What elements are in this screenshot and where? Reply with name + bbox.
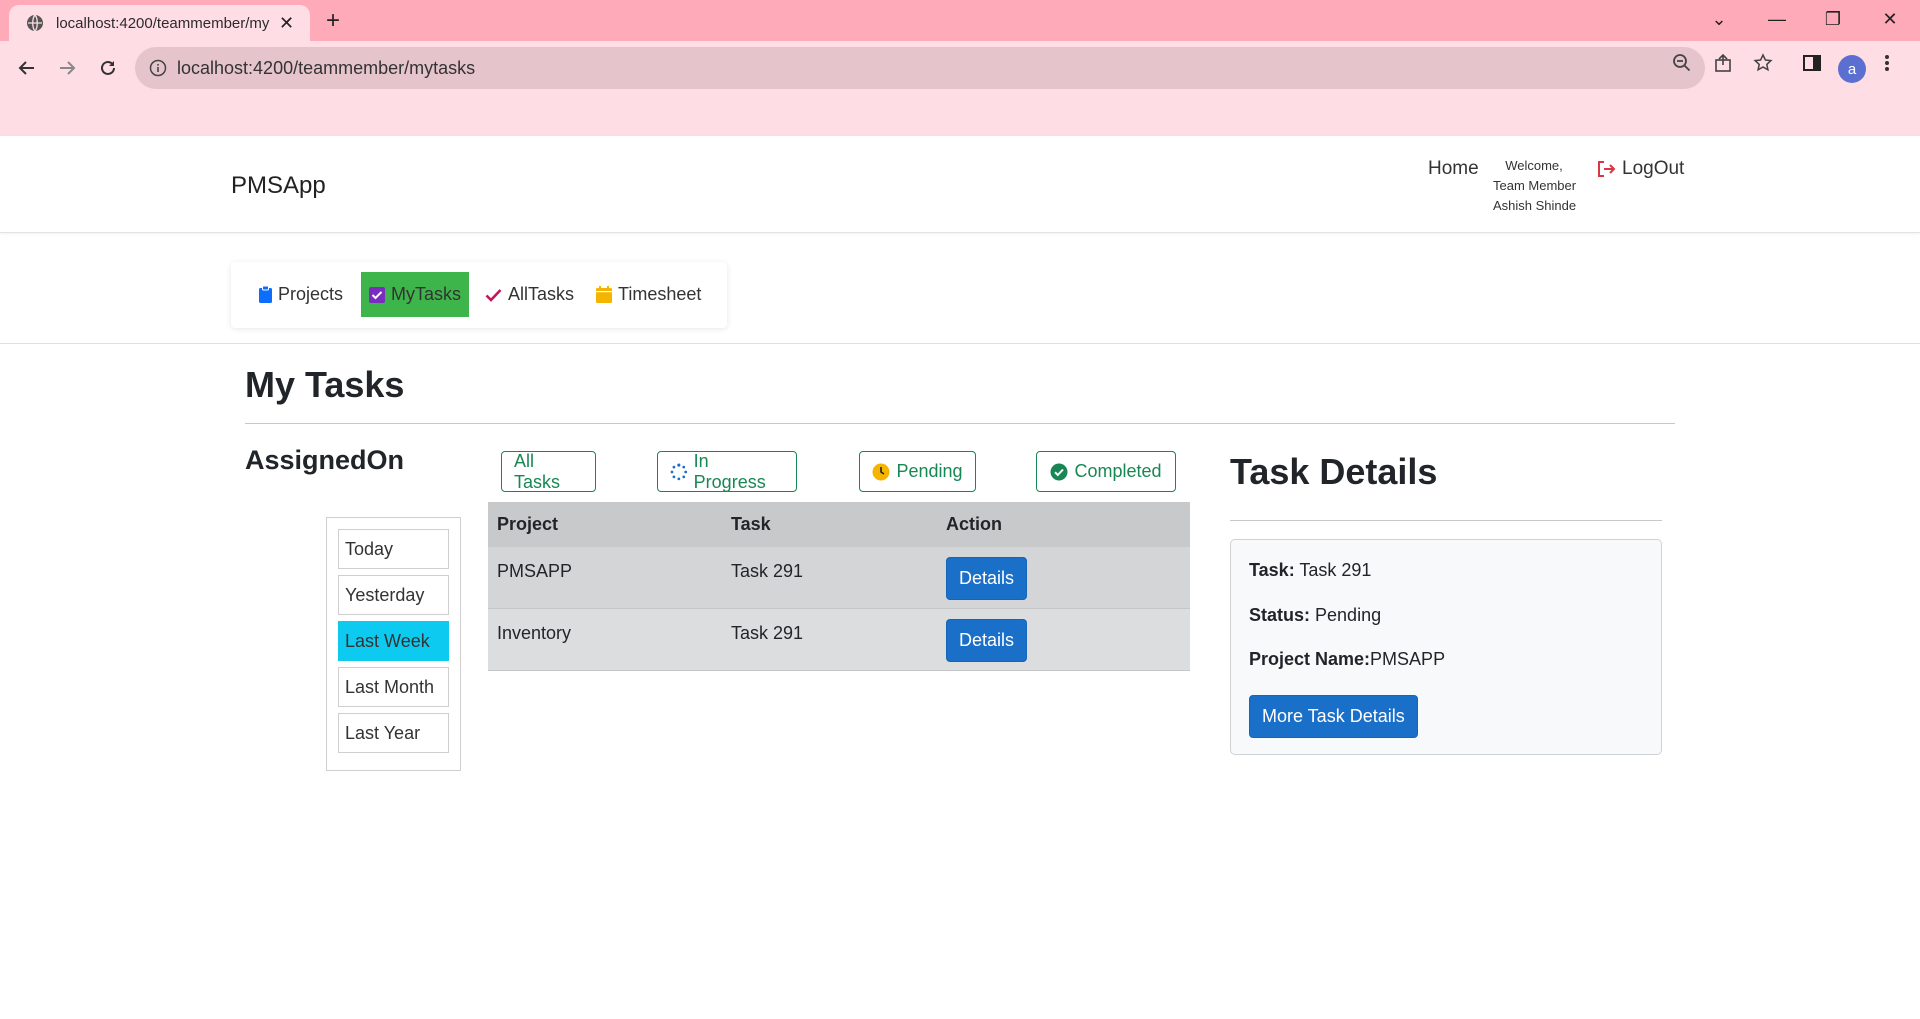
globe-icon (27, 14, 43, 32)
menu-item-label: AllTasks (508, 284, 575, 304)
check-circle-icon (1050, 463, 1068, 480)
menu-item-timesheet[interactable]: Timesheet (588, 272, 709, 317)
welcome-line-1: Welcome, (1505, 158, 1563, 173)
task-details-divider (1230, 520, 1662, 521)
task-details-heading: Task Details (1230, 451, 1438, 492)
checkbox-icon (369, 286, 385, 303)
title-divider (245, 423, 1675, 424)
filter-label: All Tasks (514, 450, 561, 492)
column-header-task: Task (731, 514, 771, 534)
page-title: My Tasks (245, 364, 405, 405)
logout-label: LogOut (1622, 158, 1685, 179)
range-last-week-button[interactable]: Last Week (338, 621, 449, 661)
filter-all-tasks-button[interactable]: All Tasks (501, 451, 596, 492)
detail-status-label: Status: (1249, 605, 1311, 625)
menu-item-label: MyTasks (391, 284, 462, 304)
app-header: PMSApp Home Welcome, Team Member Ashish … (0, 136, 1920, 233)
bookmark-star-icon[interactable] (1753, 53, 1773, 78)
detail-status-value: Pending (1315, 605, 1382, 625)
column-header-action: Action (946, 514, 1002, 534)
spinner-icon (670, 463, 688, 480)
table-row: PMSAPP Task 291 Details (488, 547, 1190, 609)
cell-action: Details (937, 609, 1190, 662)
tasks-table: Project Task Action PMSAPP Task 291 Deta… (488, 502, 1190, 671)
filter-pending-button[interactable]: Pending (859, 451, 976, 492)
range-today-button[interactable]: Today (338, 529, 449, 569)
brand-logo-text[interactable]: PMSApp (231, 172, 326, 200)
detail-task-line: Task: Task 291 (1249, 560, 1371, 581)
window-close-icon[interactable]: ✕ (1875, 8, 1905, 30)
section-menu: Projects MyTasks AllTasks Timesheet (231, 262, 727, 328)
more-details-wrapper: More Task Details (1249, 695, 1418, 738)
tab-close-icon[interactable]: ✕ (279, 13, 294, 34)
details-button[interactable]: Details (946, 619, 1028, 662)
menu-item-mytasks[interactable]: MyTasks (361, 272, 470, 317)
cell-project: PMSAPP (497, 561, 573, 581)
filter-completed-button[interactable]: Completed (1036, 451, 1176, 492)
filter-label: Pending (896, 461, 963, 481)
back-icon[interactable] (13, 54, 41, 82)
detail-project-line: Project Name:PMSAPP (1249, 649, 1445, 670)
filter-in-progress-button[interactable]: In Progress (657, 451, 797, 492)
browser-chrome: localhost:4200/teammember/my ✕ + ⌄ — ❐ ✕… (0, 0, 1920, 136)
browser-tab[interactable]: localhost:4200/teammember/my ✕ (9, 5, 310, 41)
detail-task-label: Task: (1249, 560, 1295, 580)
page-content: PMSApp Home Welcome, Team Member Ashish … (0, 136, 1920, 1019)
browser-toolbar: localhost:4200/teammember/mytasks a (0, 41, 1920, 95)
share-icon[interactable] (1713, 53, 1733, 78)
table-row: Inventory Task 291 Details (488, 609, 1190, 671)
range-last-month-button[interactable]: Last Month (338, 667, 449, 707)
menu-item-label: Timesheet (618, 284, 702, 304)
welcome-line-2: Team Member (1493, 178, 1577, 193)
table-header: Project Task Action (488, 502, 1190, 547)
more-task-details-button[interactable]: More Task Details (1249, 695, 1418, 738)
welcome-user-name: Ashish Shinde (1493, 198, 1577, 213)
task-details-card: Task: Task 291 Status: Pending Project N… (1230, 539, 1662, 755)
minimize-icon[interactable]: — (1762, 8, 1792, 30)
nav-home-link[interactable]: Home (1428, 158, 1479, 180)
details-button[interactable]: Details (946, 557, 1028, 600)
date-range-group: Today Yesterday Last Week Last Month Las… (326, 517, 461, 771)
restore-icon[interactable]: ❐ (1818, 8, 1848, 30)
new-tab-icon[interactable]: + (326, 8, 340, 34)
calendar-icon (596, 286, 612, 303)
menu-item-label: Projects (278, 284, 344, 304)
column-header-project: Project (497, 514, 559, 534)
welcome-text: Welcome, Team Member Ashish Shinde (1493, 156, 1583, 216)
logout-icon (1598, 161, 1616, 177)
url-text: localhost:4200/teammember/mytasks (177, 58, 476, 78)
menu-item-alltasks[interactable]: AllTasks (477, 272, 582, 317)
check-icon (485, 288, 502, 302)
clock-icon (872, 463, 890, 480)
clipboard-icon (259, 286, 272, 303)
menu-item-projects[interactable]: Projects (251, 272, 351, 317)
kebab-menu-icon[interactable] (1884, 53, 1890, 78)
cell-task: Task 291 (731, 561, 804, 581)
reload-icon[interactable] (94, 54, 122, 82)
zoom-icon[interactable] (1672, 53, 1692, 78)
forward-icon[interactable] (53, 54, 81, 82)
tab-search-chevron-icon[interactable]: ⌄ (1704, 8, 1734, 30)
filter-label: In Progress (693, 450, 766, 492)
logout-link[interactable]: LogOut (1596, 158, 1684, 180)
menu-divider (0, 343, 1920, 344)
detail-project-value: PMSAPP (1370, 649, 1446, 669)
filter-label: Completed (1074, 461, 1162, 481)
site-info-icon[interactable] (149, 59, 167, 77)
profile-avatar[interactable]: a (1838, 55, 1866, 83)
cell-project: Inventory (497, 623, 572, 643)
cell-task: Task 291 (731, 623, 804, 643)
detail-status-line: Status: Pending (1249, 605, 1381, 626)
range-yesterday-button[interactable]: Yesterday (338, 575, 449, 615)
cell-action: Details (937, 547, 1190, 600)
range-last-year-button[interactable]: Last Year (338, 713, 449, 753)
side-panel-icon[interactable] (1802, 53, 1822, 78)
detail-project-label: Project Name: (1249, 649, 1371, 669)
tab-strip: localhost:4200/teammember/my ✕ + ⌄ — ❐ ✕ (0, 0, 1920, 41)
detail-task-value: Task 291 (1299, 560, 1372, 580)
tab-title: localhost:4200/teammember/my (56, 14, 270, 32)
assigned-on-heading: AssignedOn (245, 445, 405, 475)
address-bar[interactable]: localhost:4200/teammember/mytasks (135, 47, 1705, 89)
